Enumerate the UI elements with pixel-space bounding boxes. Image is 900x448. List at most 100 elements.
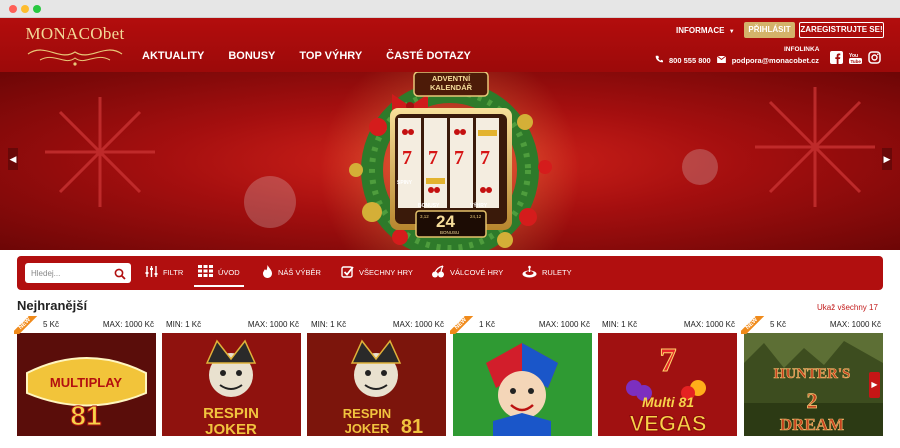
site-header: MONACObet AKTUALITY BONUSY TOP VÝHRY ČAS…	[0, 18, 900, 72]
game-tile[interactable]: 5 Kč MAX: 1000 Kč HUNTER'S 2 DREAM NEW	[741, 316, 883, 436]
game-thumbnail[interactable]: RESPIN JOKER	[162, 333, 301, 436]
svg-text:DREAM: DREAM	[780, 415, 844, 434]
banner-spiny-label: SPINY	[397, 180, 413, 186]
register-button[interactable]: ZAREGISTRUJTE SE!	[799, 22, 884, 38]
new-label: NEW	[450, 316, 478, 334]
svg-text:81: 81	[70, 400, 101, 431]
min-bet: MIN: 1 Kč	[311, 320, 347, 329]
browser-titlebar	[0, 0, 900, 18]
mail-icon	[716, 55, 726, 65]
banner-prev-arrow[interactable]: ◀	[8, 148, 18, 170]
tab-nas-vyber[interactable]: NÁŠ VÝBĚR	[262, 265, 321, 280]
new-label: NEW	[741, 316, 769, 334]
close-window-dot[interactable]	[9, 5, 17, 13]
main-nav: AKTUALITY BONUSY TOP VÝHRY ČASTÉ DOTAZY	[142, 50, 471, 62]
tab-vsechny-hry-label: VŠECHNY HRY	[359, 268, 413, 277]
banner-next-arrow[interactable]: ▶	[882, 148, 892, 170]
game-thumbnail[interactable]: 7 Multi 81 VEGAS	[598, 333, 737, 436]
tab-valcove-hry[interactable]: VÁLCOVÉ HRY	[431, 265, 503, 280]
svg-text:7: 7	[402, 147, 412, 169]
banner-left-small: 3,12	[420, 214, 429, 219]
instagram-icon[interactable]	[868, 51, 881, 64]
svg-text:RESPIN: RESPIN	[343, 406, 391, 421]
email-link[interactable]: podpora@monacobet.cz	[732, 56, 819, 65]
svg-text:7: 7	[454, 147, 464, 169]
svg-text:Multi 81: Multi 81	[642, 394, 694, 410]
nav-aktuality[interactable]: AKTUALITY	[142, 50, 204, 62]
max-bet: MAX: 1000 Kč	[829, 320, 881, 329]
tab-uvod-label: ÚVOD	[218, 267, 240, 277]
min-bet: MIN: 1 Kč	[166, 320, 202, 329]
section-title: Nejhranější	[17, 298, 88, 313]
game-thumbnail[interactable]: MULTIPLAY 81	[17, 333, 156, 436]
advent-calendar-banner[interactable]: 7777 ADVENTNÍ KALENDÁŘ SPINY BONUSY VÝHR…	[0, 72, 900, 250]
svg-text:81: 81	[401, 416, 423, 436]
game-thumbnail[interactable]: HUNTER'S 2 DREAM	[744, 333, 883, 436]
game-tile[interactable]: 1 Kč MAX: 1000 Kč NEW	[450, 316, 592, 436]
new-badge: NEW	[14, 316, 48, 334]
respin-joker-81-art: RESPIN JOKER 81	[307, 333, 446, 436]
min-bet: MIN: 1 Kč	[602, 320, 638, 329]
svg-text:VEGAS: VEGAS	[629, 411, 706, 436]
search-icon[interactable]	[114, 267, 126, 285]
search-input[interactable]	[25, 263, 111, 284]
svg-text:7: 7	[660, 342, 677, 379]
game-thumbnail[interactable]	[453, 333, 592, 436]
minimize-window-dot[interactable]	[21, 5, 29, 13]
phone-number[interactable]: 800 555 800	[669, 56, 711, 65]
phone-icon	[655, 55, 663, 65]
svg-text:7: 7	[428, 147, 438, 169]
bet-limits: MIN: 1 Kč MAX: 1000 Kč	[162, 318, 301, 333]
nav-caste-dotazy[interactable]: ČASTÉ DOTAZY	[386, 50, 471, 62]
tab-uvod[interactable]: ÚVOD	[198, 265, 240, 279]
info-dropdown[interactable]: INFORMACE ▼	[676, 26, 735, 35]
filter-button[interactable]: FILTR	[145, 265, 183, 280]
show-all-link[interactable]: Ukaž všechny 17	[817, 303, 878, 312]
sliders-icon	[145, 265, 158, 280]
caret-down-icon: ▼	[728, 29, 735, 35]
chevron-right-icon: ▶	[883, 154, 891, 164]
login-button[interactable]: PŘIHLÁSIT	[744, 22, 795, 38]
svg-text:7: 7	[480, 147, 490, 169]
max-bet: MAX: 1000 Kč	[392, 320, 444, 329]
infolinka-label: INFOLINKA	[784, 46, 820, 53]
svg-text:Tube: Tube	[851, 59, 862, 64]
svg-text:2: 2	[807, 388, 818, 413]
tab-rulety-label: RULETY	[542, 268, 572, 277]
info-dropdown-label: INFORMACE	[676, 26, 725, 35]
bet-limits: MIN: 1 Kč MAX: 1000 Kč	[598, 318, 737, 333]
nav-bonusy[interactable]: BONUSY	[228, 50, 275, 62]
tab-rulety[interactable]: RULETY	[522, 265, 572, 280]
svg-text:MULTIPLAY: MULTIPLAY	[50, 375, 123, 390]
game-tile[interactable]: MIN: 1 Kč MAX: 1000 Kč 7 Multi 81 VEGAS	[598, 318, 737, 436]
grid-icon	[198, 265, 213, 279]
bet-limits: MIN: 1 Kč MAX: 1000 Kč	[307, 318, 446, 333]
maximize-window-dot[interactable]	[33, 5, 41, 13]
facebook-icon[interactable]	[830, 51, 843, 64]
multi-vegas-art: 7 Multi 81 VEGAS	[598, 333, 737, 436]
flame-icon	[262, 265, 273, 280]
filter-label: FILTR	[163, 268, 184, 277]
svg-text:JOKER: JOKER	[345, 421, 390, 436]
chevron-left-icon: ◀	[9, 154, 17, 164]
game-tile[interactable]: 5 Kč MAX: 1000 Kč MULTIPLAY 81 NEW	[14, 316, 156, 436]
game-thumbnail[interactable]: RESPIN JOKER 81	[307, 333, 446, 436]
game-tile[interactable]: MIN: 1 Kč MAX: 1000 Kč RESPIN JOKER	[162, 318, 301, 436]
logo[interactable]: MONACObet	[20, 22, 130, 68]
new-badge: NEW	[741, 316, 775, 334]
nav-top-vyhry[interactable]: TOP VÝHRY	[299, 50, 362, 62]
social-links: You Tube	[830, 51, 881, 64]
cherry-icon	[431, 265, 445, 280]
banner-title-line2: KALENDÁŘ	[429, 83, 473, 92]
youtube-icon[interactable]: You Tube	[849, 51, 862, 64]
banner-bonus-small: BONUSU	[440, 230, 460, 235]
checkbox-icon	[341, 265, 354, 280]
tab-vsechny-hry[interactable]: VŠECHNY HRY	[341, 265, 413, 280]
max-bet: MAX: 1000 Kč	[247, 320, 299, 329]
new-badge: NEW	[450, 316, 484, 334]
banner-vyhry-label: VÝHRY	[470, 203, 488, 209]
respin-joker-art: RESPIN JOKER	[162, 333, 301, 436]
hunters-dream-art: HUNTER'S 2 DREAM	[744, 333, 883, 436]
games-next-arrow[interactable]: ▶	[869, 372, 880, 398]
game-tile[interactable]: MIN: 1 Kč MAX: 1000 Kč RESPIN JOKER 81	[307, 318, 446, 436]
